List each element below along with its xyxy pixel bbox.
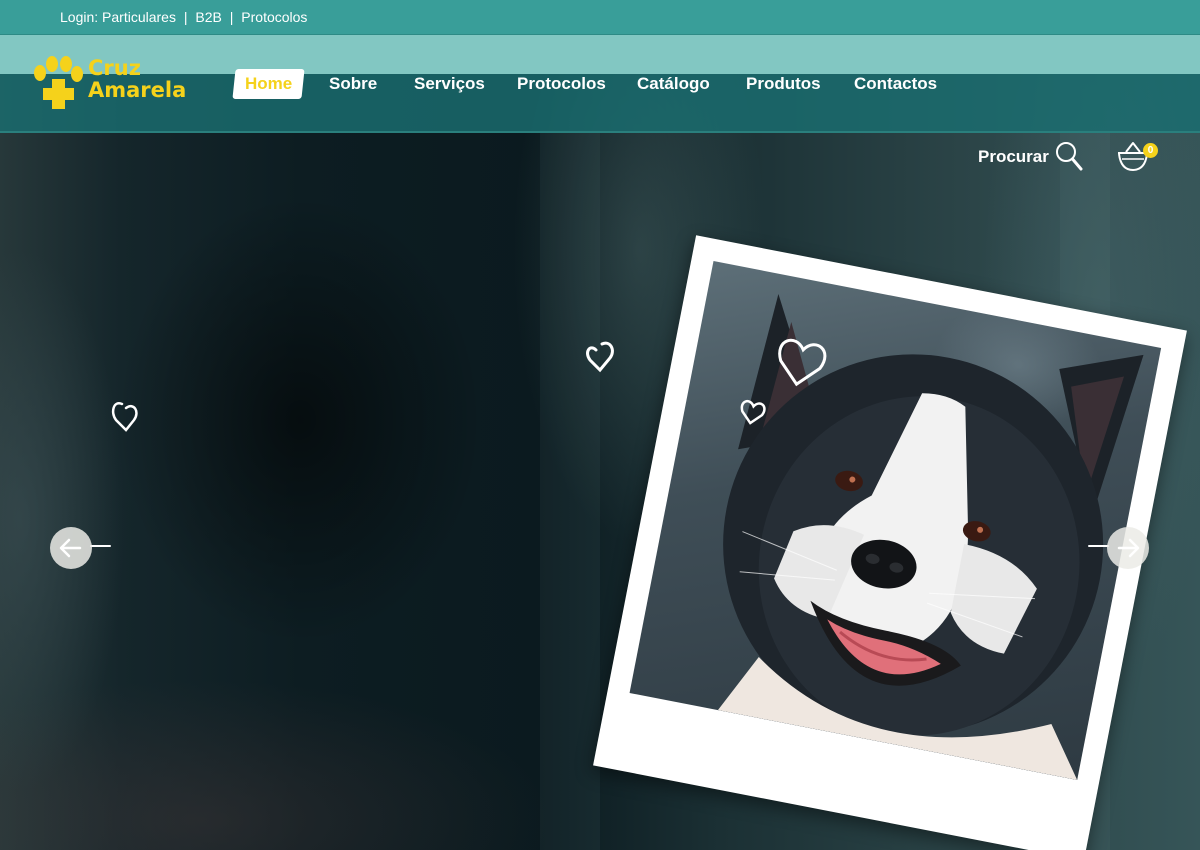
brand-logo[interactable]: Cruz Amarela xyxy=(30,55,190,113)
nav-item-label: Catálogo xyxy=(637,74,710,93)
nav-item-label: Sobre xyxy=(329,74,378,93)
login-link-particulares[interactable]: Particulares xyxy=(102,9,176,25)
nav-item-contactos[interactable]: Contactos xyxy=(854,69,937,99)
arrow-left-icon xyxy=(59,538,82,558)
nav-item-label: Contactos xyxy=(854,74,938,93)
page: Login: Particulares | B2B | Protocolos C… xyxy=(0,0,1200,850)
search-label[interactable]: Procurar xyxy=(978,147,1049,167)
nav-item-catalogo[interactable]: Catálogo xyxy=(637,69,710,99)
paw-cross-logo-icon xyxy=(34,56,83,109)
nav-item-label: Serviços xyxy=(414,74,485,93)
login-link-protocolos[interactable]: Protocolos xyxy=(241,9,307,25)
top-bar: Login: Particulares | B2B | Protocolos xyxy=(0,0,1200,35)
hero-dog-photo xyxy=(629,261,1162,780)
arrow-right-icon xyxy=(1117,538,1140,558)
nav-item-label: Protocolos xyxy=(517,74,606,93)
nav-item-sobre[interactable]: Sobre xyxy=(329,69,377,99)
arrow-right-tail xyxy=(1088,545,1109,547)
nav-item-protocolos[interactable]: Protocolos xyxy=(517,69,606,99)
cart-count-badge: 0 xyxy=(1143,143,1158,158)
hero-polaroid-frame xyxy=(593,235,1187,850)
brand-name-line1: Cruz xyxy=(88,56,141,80)
slider-next-button[interactable] xyxy=(1107,527,1149,569)
heart-doodle-icon xyxy=(586,341,614,373)
nav-item-home[interactable]: Home xyxy=(232,69,305,99)
dog-illustration xyxy=(717,294,1144,780)
nav-item-servicos[interactable]: Serviços xyxy=(414,69,485,99)
separator: | xyxy=(183,9,188,25)
nav-item-label: Produtos xyxy=(746,74,821,93)
arrow-left-tail xyxy=(90,545,111,547)
nav-item-produtos[interactable]: Produtos xyxy=(746,69,821,99)
hero-background-detail xyxy=(540,130,600,850)
brand-name-line2: Amarela xyxy=(88,78,187,102)
nav-item-label: Home xyxy=(245,74,293,93)
heart-doodle-icon xyxy=(111,401,138,432)
slider-prev-button[interactable] xyxy=(50,527,92,569)
separator: | xyxy=(229,9,234,25)
login-link-b2b[interactable]: B2B xyxy=(195,9,221,25)
login-prefix: Login: xyxy=(60,9,99,25)
brand-name: Cruz Amarela xyxy=(88,57,186,101)
login-links: Login: Particulares | B2B | Protocolos xyxy=(60,9,307,25)
magnifier-icon[interactable] xyxy=(1054,140,1084,172)
